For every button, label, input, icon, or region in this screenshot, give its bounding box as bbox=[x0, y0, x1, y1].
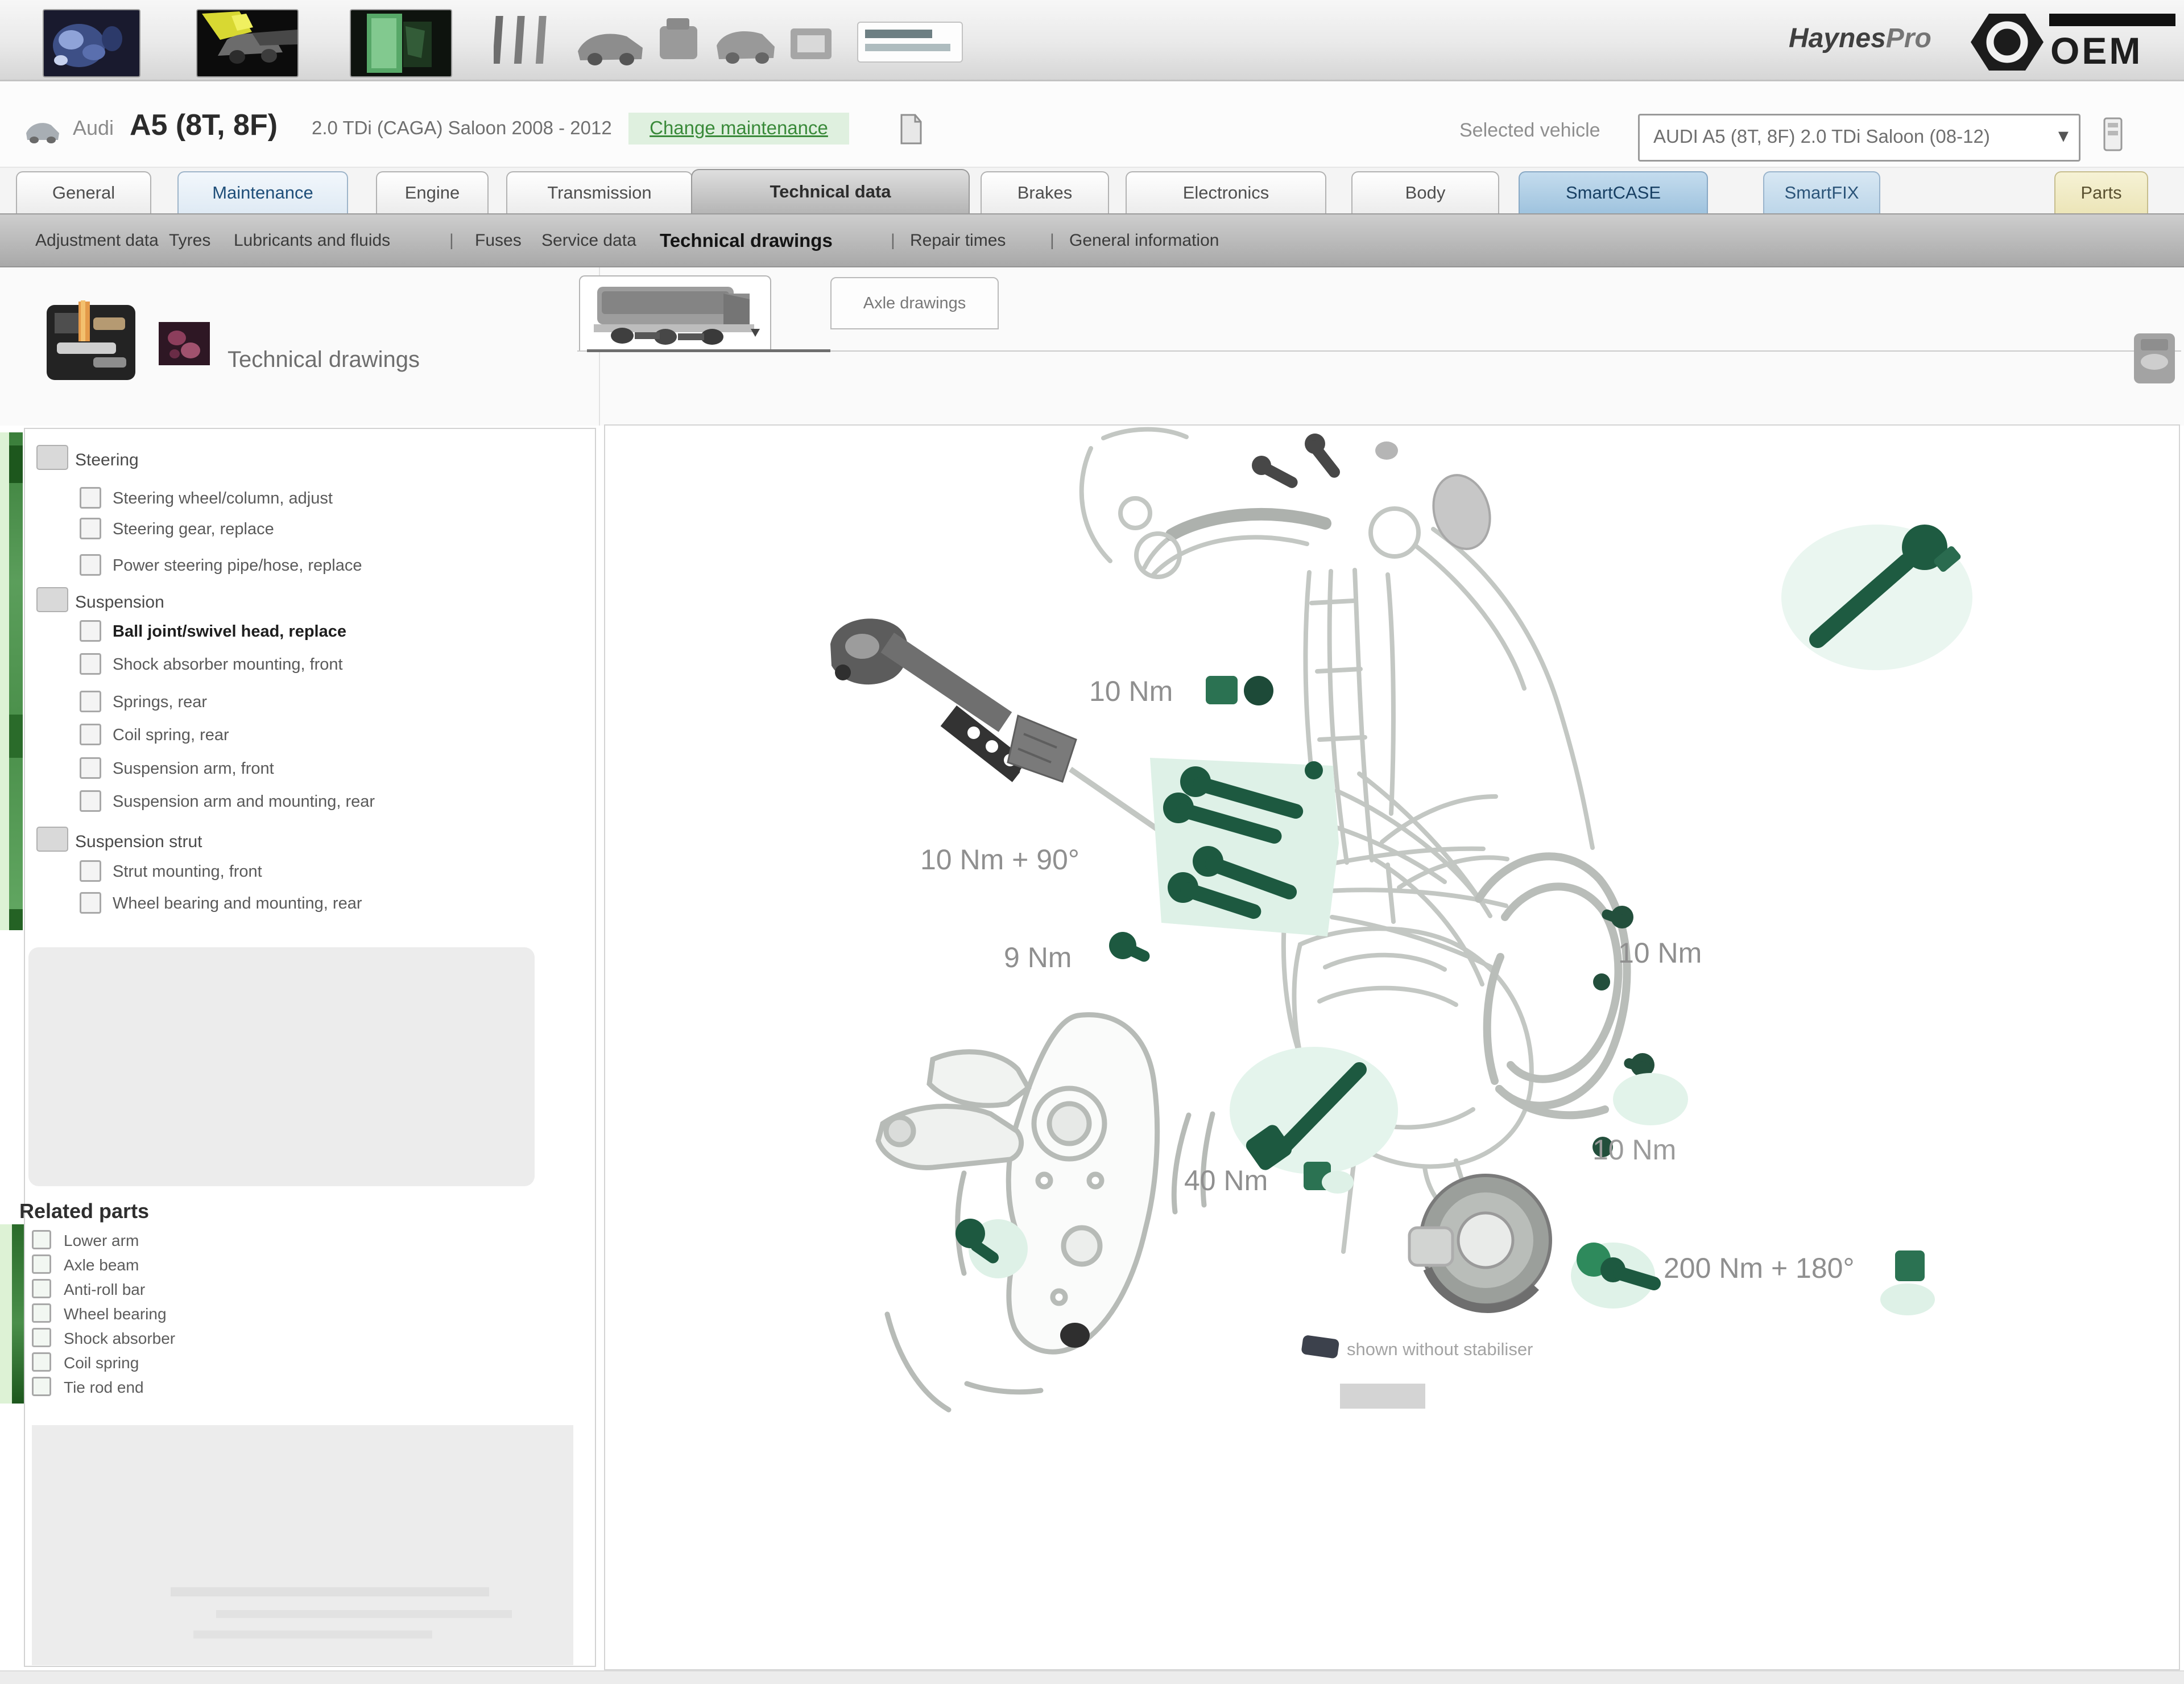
svg-text:10 Nm: 10 Nm bbox=[1089, 675, 1173, 707]
svg-text:200 Nm + 180°: 200 Nm + 180° bbox=[1664, 1252, 1854, 1284]
svg-text:40 Nm: 40 Nm bbox=[1184, 1165, 1268, 1196]
svg-text:10 Nm: 10 Nm bbox=[1618, 937, 1702, 969]
svg-text:10 Nm + 90°: 10 Nm + 90° bbox=[920, 844, 1079, 876]
svg-text:OEM: OEM bbox=[2050, 30, 2142, 72]
svg-text:10 Nm: 10 Nm bbox=[1592, 1134, 1676, 1166]
svg-text:9 Nm: 9 Nm bbox=[1004, 942, 1072, 973]
svg-text:shown without stabiliser: shown without stabiliser bbox=[1347, 1339, 1533, 1359]
